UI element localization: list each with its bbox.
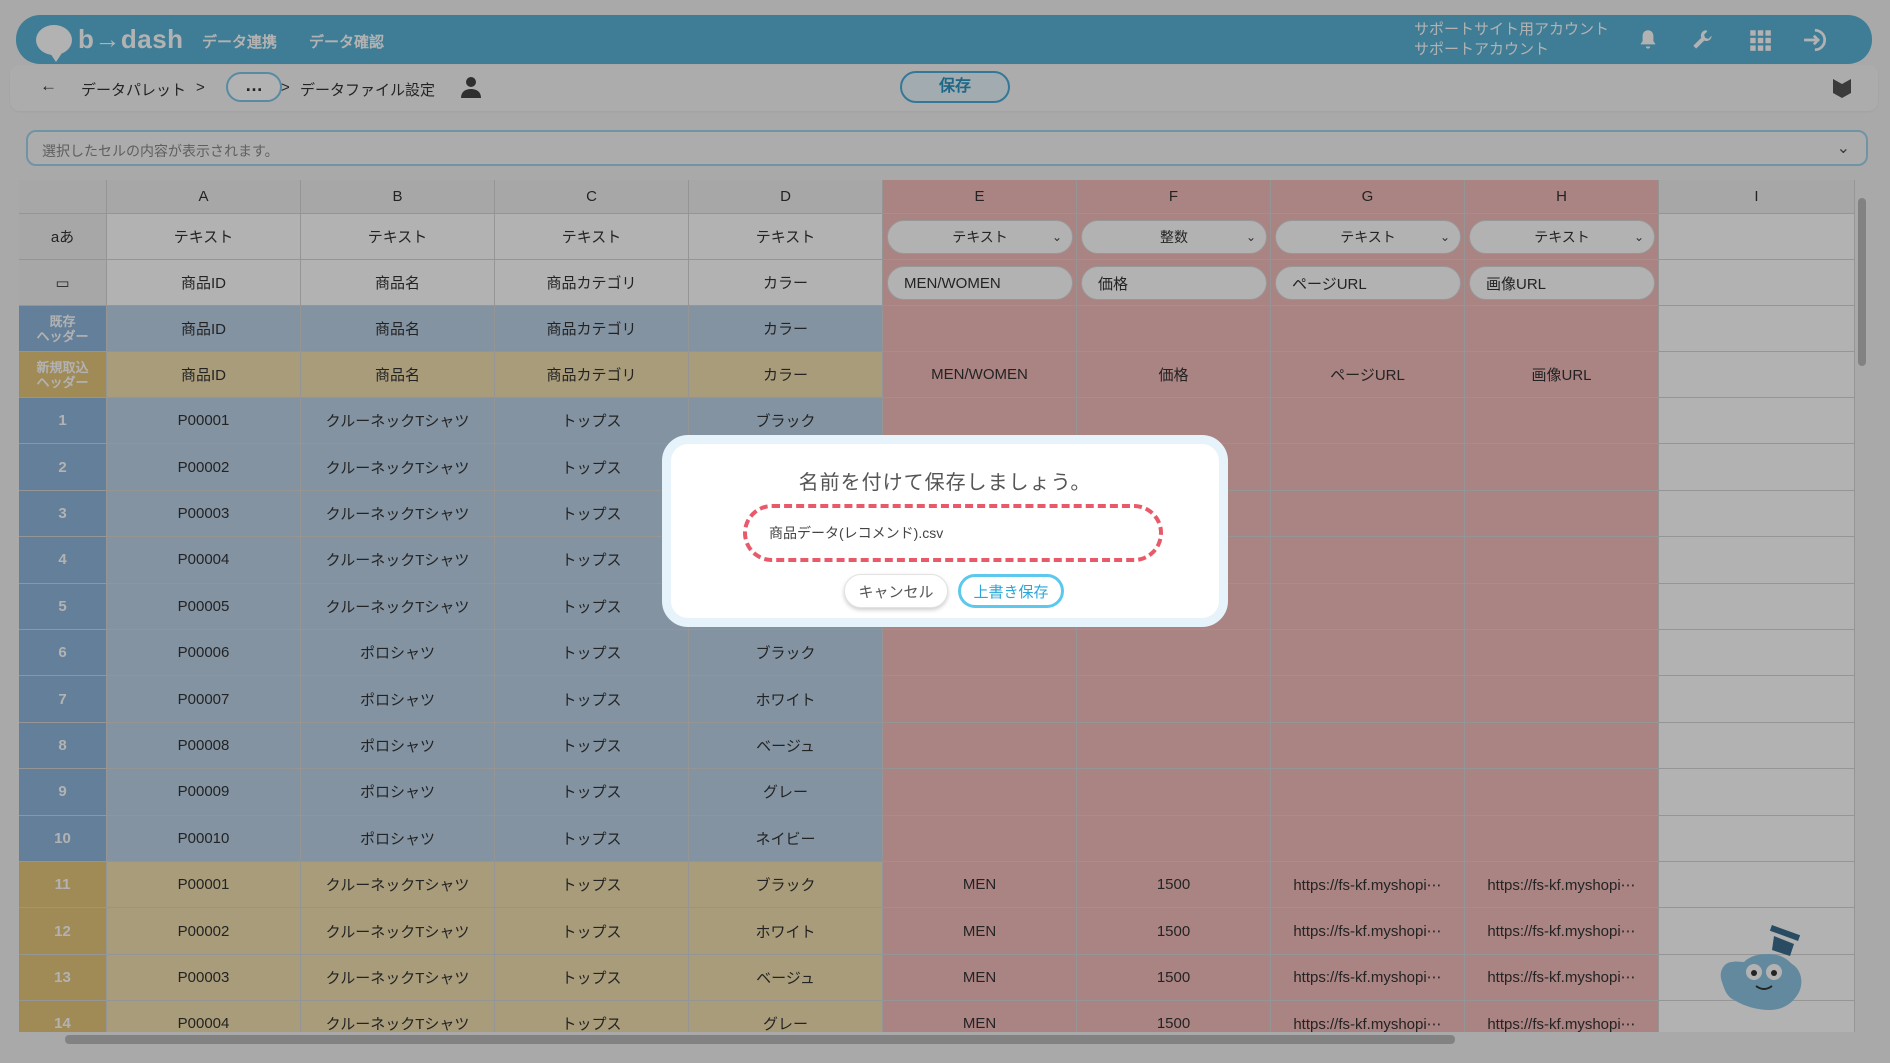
filename-input[interactable]: 商品データ(レコメンド).csv: [743, 504, 1163, 562]
save-as-dialog: 名前を付けて保存しましょう。 商品データ(レコメンド).csv キャンセル 上書…: [662, 435, 1228, 627]
cancel-button[interactable]: キャンセル: [844, 574, 948, 608]
dialog-title: 名前を付けて保存しましょう。: [798, 472, 1092, 494]
overwrite-save-button[interactable]: 上書き保存: [958, 574, 1064, 608]
